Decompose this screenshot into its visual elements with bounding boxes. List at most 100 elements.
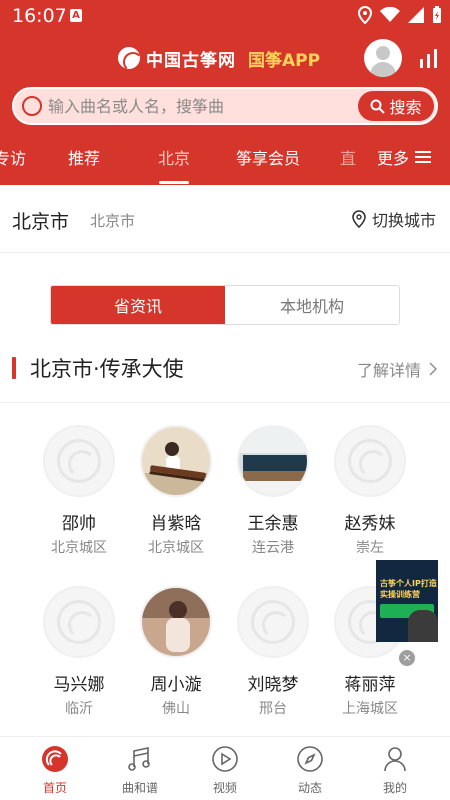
search-input[interactable] [48,94,328,118]
tab-membership[interactable]: 筝享会员 [236,145,300,169]
screen: 16:07 A 中国古筝网 国筝APP 输入曲名或人名，搜筝曲 搜索 专访 推荐… [0,0,450,800]
person-location: 上海城区 [342,701,398,717]
video-icon [212,746,238,772]
search-icon [370,99,386,114]
person-avatar-placeholder [43,586,115,658]
city-name: 北京市 [12,211,70,233]
compass-icon [297,746,323,772]
ad-person-image [408,610,438,642]
search-box[interactable]: 搜索 [12,87,438,125]
segment-province-news[interactable]: 省资讯 [51,286,225,324]
person-card[interactable]: 肖紫晗 北京城区 [128,425,224,575]
tab-recommend[interactable]: 推荐 [68,145,100,169]
placeholder-logo-icon [251,600,295,644]
ad-close-button[interactable]: × [399,650,415,666]
person-card[interactable]: 邵帅 北京城区 [31,425,127,575]
person-location: 佛山 [162,701,190,717]
status-icons [358,5,442,25]
person-card[interactable]: 周小漩 佛山 [128,586,224,736]
person-card[interactable]: 王余惠 连云港 [225,425,321,575]
person-location: 北京城区 [148,540,204,556]
brand-logo-icon [118,47,140,69]
person-name: 邵帅 [62,514,96,534]
tab-beijing[interactable]: 北京 [158,145,190,169]
person-card[interactable]: 马兴娜 临沂 [31,586,127,736]
nav-feed-label: 动态 [297,781,322,795]
profile-icon [384,747,406,772]
section-accent-bar [12,357,16,379]
section-header: 北京市·传承大使 了解详情 [0,345,450,403]
location-icon [352,210,366,228]
search-logo-icon [22,96,42,116]
ad-text: 古筝个人IP打造 实操训练营 [380,579,437,599]
person-name: 周小漩 [150,675,202,695]
bottom-nav: 首页 曲和谱 视频 动态 我的 [0,736,450,800]
placeholder-logo-icon [348,439,392,483]
nav-feed[interactable]: 动态 [265,745,355,796]
segment-local-institutions[interactable]: 本地机构 [225,286,399,324]
status-time: 16:07 [12,5,67,27]
section-title: 北京市·传承大使 [30,357,184,381]
placeholder-logo-icon [57,439,101,483]
home-icon [42,746,68,772]
person-name: 王余惠 [247,514,299,534]
person-name: 蒋丽萍 [344,675,396,695]
brand: 中国古筝网 国筝APP [118,44,320,72]
nav-video[interactable]: 视频 [180,745,270,796]
placeholder-logo-icon [57,600,101,644]
person-name: 肖紫晗 [150,514,202,534]
person-avatar-placeholder [43,425,115,497]
city-sub: 北京市 [90,212,136,230]
score-icon [128,747,150,771]
nav-profile-label: 我的 [382,781,407,795]
stats-icon[interactable] [418,47,440,69]
person-avatar-placeholder [334,425,406,497]
battery-icon [433,6,441,23]
chevron-right-icon [429,362,438,376]
user-avatar[interactable] [364,39,402,77]
top-header: 16:07 A 中国古筝网 国筝APP 输入曲名或人名，搜筝曲 搜索 专访 推荐… [0,0,450,185]
tab-bar: 专访 推荐 北京 筝享会员 直 更多 [0,135,450,185]
person-location: 邢台 [259,701,287,717]
nav-home[interactable]: 首页 [10,745,100,796]
notification-a-icon: A [70,9,82,22]
guzheng-player-photo [142,427,210,495]
person-card[interactable]: 赵秀妹 崇左 [322,425,418,575]
nav-profile[interactable]: 我的 [350,745,440,796]
menu-icon [415,151,432,163]
city-row: 北京市 北京市 切换城市 [0,185,450,253]
person-card[interactable]: 刘晓梦 邢台 [225,586,321,736]
person-photo [140,425,212,497]
person-photo [140,586,212,658]
person-name: 刘晓梦 [247,675,299,695]
brand-app: 国筝APP [248,50,321,71]
person-location: 连云港 [252,540,294,556]
person-photo [237,425,309,497]
more-button[interactable]: 更多 [377,145,432,169]
person-name: 马兴娜 [53,675,105,695]
switch-city-button[interactable]: 切换城市 [352,207,436,231]
signal-status-icon [408,7,424,23]
switch-city-label: 切换城市 [371,211,436,230]
guzheng-instrument-photo [239,427,307,495]
person-location: 崇左 [356,540,384,556]
nav-home-label: 首页 [42,781,67,795]
player-portrait-photo [142,588,210,656]
segmented-control: 省资讯 本地机构 [50,285,400,325]
search-button-label: 搜索 [389,100,422,117]
wifi-icon [380,7,400,22]
section-more-link[interactable]: 了解详情 [357,357,438,381]
nav-scores[interactable]: 曲和谱 [95,745,185,796]
floating-ad[interactable]: 古筝个人IP打造 实操训练营 [376,560,438,642]
nav-video-label: 视频 [212,781,237,795]
person-location: 临沂 [65,701,93,717]
person-location: 北京城区 [51,540,107,556]
person-avatar-placeholder [237,586,309,658]
section-more-label: 了解详情 [356,361,421,380]
tab-active-indicator [159,181,189,184]
brand-name: 中国古筝网 [146,50,236,71]
tab-live[interactable]: 直 [340,145,356,169]
search-button[interactable]: 搜索 [358,91,434,121]
tab-interview[interactable]: 专访 [0,145,26,169]
location-status-icon [358,6,372,24]
